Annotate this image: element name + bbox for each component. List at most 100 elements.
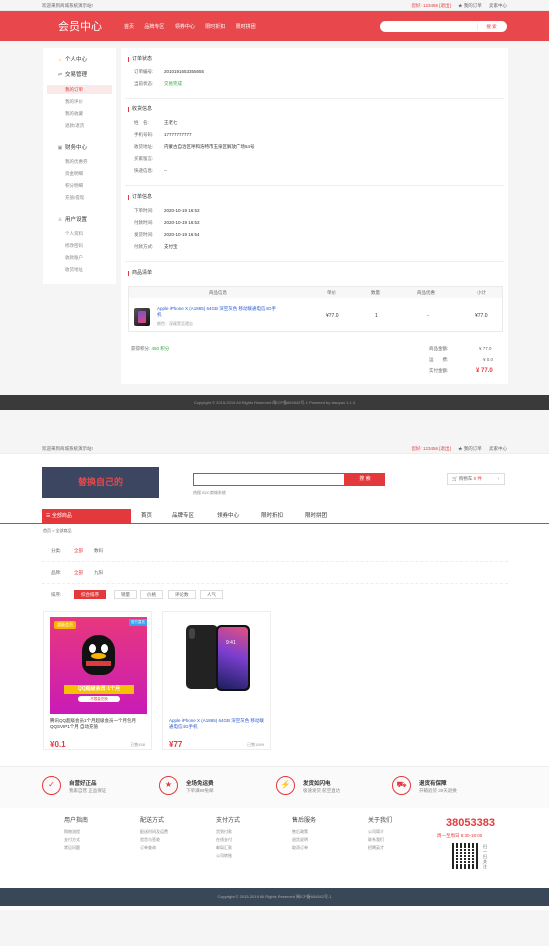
truck-icon: ⛟ <box>392 776 411 795</box>
member-sidebar: ⌂ 个人中心 ⇄ 交易管理 我的订单 我的评价 我的收藏 退款/退货 ▣ 财务中心 我… <box>43 48 116 284</box>
promo-sub-banner: 不限量兑换 <box>78 696 120 702</box>
header-search-button[interactable]: 搜 索 <box>477 23 505 30</box>
footer-link[interactable]: 退货说明 <box>292 836 316 844</box>
filter-option-all[interactable]: 全部 <box>74 548 83 554</box>
product-card[interactable]: 超级会员 官方直充 QQ超级会员·1个月 不限量兑换 腾讯QQ超级会员1个月超级… <box>43 611 152 750</box>
product-title-link[interactable]: 腾讯QQ超级会员1个月超级会员一个月包月 QQSVIP1个月 自动充值 <box>50 718 148 730</box>
footer-link[interactable]: 常见问题 <box>64 844 88 852</box>
nav-brand[interactable]: 品牌专区 <box>172 509 194 524</box>
product-name-link[interactable]: Apple iPhone X (A1865) 64GB 深空灰色 移动联通电信4… <box>157 306 277 318</box>
footer-col-title: 配送方式 <box>140 818 165 824</box>
top-bar-right: 您好: 123456 [退出] ★ 我的订单 卖家中心 <box>405 0 507 11</box>
receiver-name-row: 姓 名: 王老七 <box>134 120 178 126</box>
sort-reviews[interactable]: 评论数 <box>168 590 196 599</box>
filter-option-digital[interactable]: 数码 <box>94 548 103 554</box>
col-qty: 数量 <box>371 290 380 295</box>
sidebar-item-profile[interactable]: 个人资料 <box>65 231 83 237</box>
feature-title: 退货有保障 <box>419 781 447 787</box>
filter-option-joyoung[interactable]: 九阳 <box>94 570 103 576</box>
search-input[interactable] <box>193 473 345 486</box>
sidebar-group-settings[interactable]: ♙ 用户设置 <box>57 215 87 223</box>
footer-link[interactable]: 邮局汇款 <box>216 844 240 852</box>
nav-discount[interactable]: 限时折扣 <box>261 509 283 524</box>
nav-home[interactable]: 首页 <box>141 509 152 524</box>
nav-discount[interactable]: 限时折扣 <box>205 24 225 30</box>
product-thumbnail[interactable] <box>134 308 150 326</box>
breadcrumb: 首页 > 全部商品 <box>43 528 72 533</box>
footer-link[interactable]: 购物流程 <box>64 828 88 836</box>
feature-desc: 我家自营 正品保证 <box>69 788 107 793</box>
nav-coupon[interactable]: 领券中心 <box>217 509 239 524</box>
footer-link[interactable]: 验货与签收 <box>140 836 168 844</box>
sidebar-item-address[interactable]: 收货地址 <box>65 267 83 273</box>
member-footer: Copyright © 2015-2019 All Rights Reserve… <box>0 395 549 410</box>
product-card[interactable]: 9:41 Apple iPhone X (A1865) 64GB 深空灰色 移动… <box>162 611 271 750</box>
field-label: 收货地址: <box>134 144 154 149</box>
nav-group-buy[interactable]: 限时拼团 <box>236 24 256 30</box>
footer-link[interactable]: 货到付款 <box>216 828 240 836</box>
sidebar-group-finance[interactable]: ▣ 财务中心 <box>57 143 87 151</box>
sidebar-item-points[interactable]: 积分明细 <box>65 183 83 189</box>
feature-title: 自营好正品 <box>69 781 97 787</box>
user-greeting-link[interactable]: 您好: 123456 [退出] <box>411 3 450 8</box>
my-orders-link[interactable]: ★ 我的订单 <box>458 3 482 8</box>
category-filter: 分类: 全部 数码 <box>42 540 508 562</box>
search-button[interactable]: 搜 索 <box>345 473 385 486</box>
footer-link[interactable]: 公司转账 <box>216 852 240 860</box>
sidebar-item-funds[interactable]: 资金明细 <box>65 171 83 177</box>
sidebar-group-trade[interactable]: ⇄ 交易管理 <box>57 70 87 78</box>
nav-coupon[interactable]: 领券中心 <box>175 24 195 30</box>
product-image[interactable]: 9:41 <box>169 617 266 714</box>
sidebar-item-refunds[interactable]: 退款/退货 <box>65 123 84 129</box>
sort-price[interactable]: 价格 <box>140 590 163 599</box>
nav-brand[interactable]: 品牌专区 <box>144 24 164 30</box>
footer-link[interactable]: 取消订单 <box>292 844 316 852</box>
sort-default[interactable]: 综合排序 <box>74 590 106 599</box>
header-search-input[interactable]: 搜 索 <box>380 21 507 32</box>
product-title-link[interactable]: Apple iPhone X (A1865) 64GB 深空灰色 移动联通电信4… <box>169 718 267 730</box>
service-hours: 周一至周日 8:30-18:00 <box>437 833 483 838</box>
footer-link[interactable]: 联系我们 <box>368 836 392 844</box>
product-sold: 已售458 <box>130 742 145 747</box>
receiver-phone-row: 手机号码: 17777777777 <box>134 132 192 138</box>
footer-link[interactable]: 支付方式 <box>64 836 88 844</box>
cart-label: 购物车 <box>458 476 473 481</box>
sidebar-item-recharge[interactable]: 充值/提现 <box>65 195 84 201</box>
footer-link[interactable]: 订单查询 <box>140 844 168 852</box>
top-bar-right: 您好: 123456 [退出] ★ 我的订单 卖家中心 <box>405 444 507 454</box>
member-center-title[interactable]: 会员中心 <box>58 18 102 34</box>
my-orders-link[interactable]: ★ 我的订单 <box>458 446 482 451</box>
footer-link[interactable]: 招聘英才 <box>368 844 392 852</box>
filter-label: 分类: <box>51 548 62 553</box>
filter-option-all[interactable]: 全部 <box>74 570 83 576</box>
shipping-value: ¥ 0.0 <box>483 357 494 362</box>
nav-home[interactable]: 首页 <box>124 24 134 30</box>
sidebar-item-my-reviews[interactable]: 我的评价 <box>65 99 83 105</box>
product-image[interactable]: 超级会员 官方直充 QQ超级会员·1个月 不限量兑换 <box>50 617 147 714</box>
sidebar-item-coupons[interactable]: 我的优惠券 <box>65 159 88 165</box>
seller-center-link[interactable]: 卖家中心 <box>489 3 507 8</box>
sort-sales[interactable]: 销量 <box>114 590 137 599</box>
sidebar-item-favorites[interactable]: 我的收藏 <box>65 111 83 117</box>
footer-link[interactable]: 在线支付 <box>216 836 240 844</box>
cart-button[interactable]: 🛒 购物车 0 件 › <box>447 473 505 485</box>
nav-group-buy[interactable]: 限时拼团 <box>305 509 327 524</box>
all-categories-button[interactable]: ☰ 全部商品 <box>42 509 131 524</box>
user-greeting-link[interactable]: 您好: 123456 [退出] <box>411 446 450 451</box>
sidebar-item-account[interactable]: 收款账户 <box>65 255 83 261</box>
receiver-address-row: 收货地址: 内蒙古自治区呼和浩特市玉泉区解放广场54号 <box>134 144 255 150</box>
sidebar-item-password[interactable]: 修改密码 <box>65 243 83 249</box>
pay-method-value: 支付宝 <box>164 244 178 249</box>
footer-link[interactable]: 配送时间及运费 <box>140 828 168 836</box>
sort-popularity[interactable]: 人气 <box>200 590 223 599</box>
feature-desc: 开箱验货 30天退换 <box>419 788 457 793</box>
footer-link[interactable]: 售后政策 <box>292 828 316 836</box>
service-hotline: 38053383 <box>446 817 495 829</box>
seller-center-link[interactable]: 卖家中心 <box>489 446 507 451</box>
sidebar-item-my-orders[interactable]: 我的订单 <box>47 85 112 94</box>
site-logo[interactable]: 替换自己的 <box>42 467 159 498</box>
hot-search-words[interactable]: 热搜 B2C商城系统 <box>193 490 226 496</box>
filter-label: 品牌: <box>51 570 62 575</box>
sidebar-group-personal[interactable]: ⌂ 个人中心 <box>57 55 87 63</box>
footer-link[interactable]: 公司简介 <box>368 828 392 836</box>
